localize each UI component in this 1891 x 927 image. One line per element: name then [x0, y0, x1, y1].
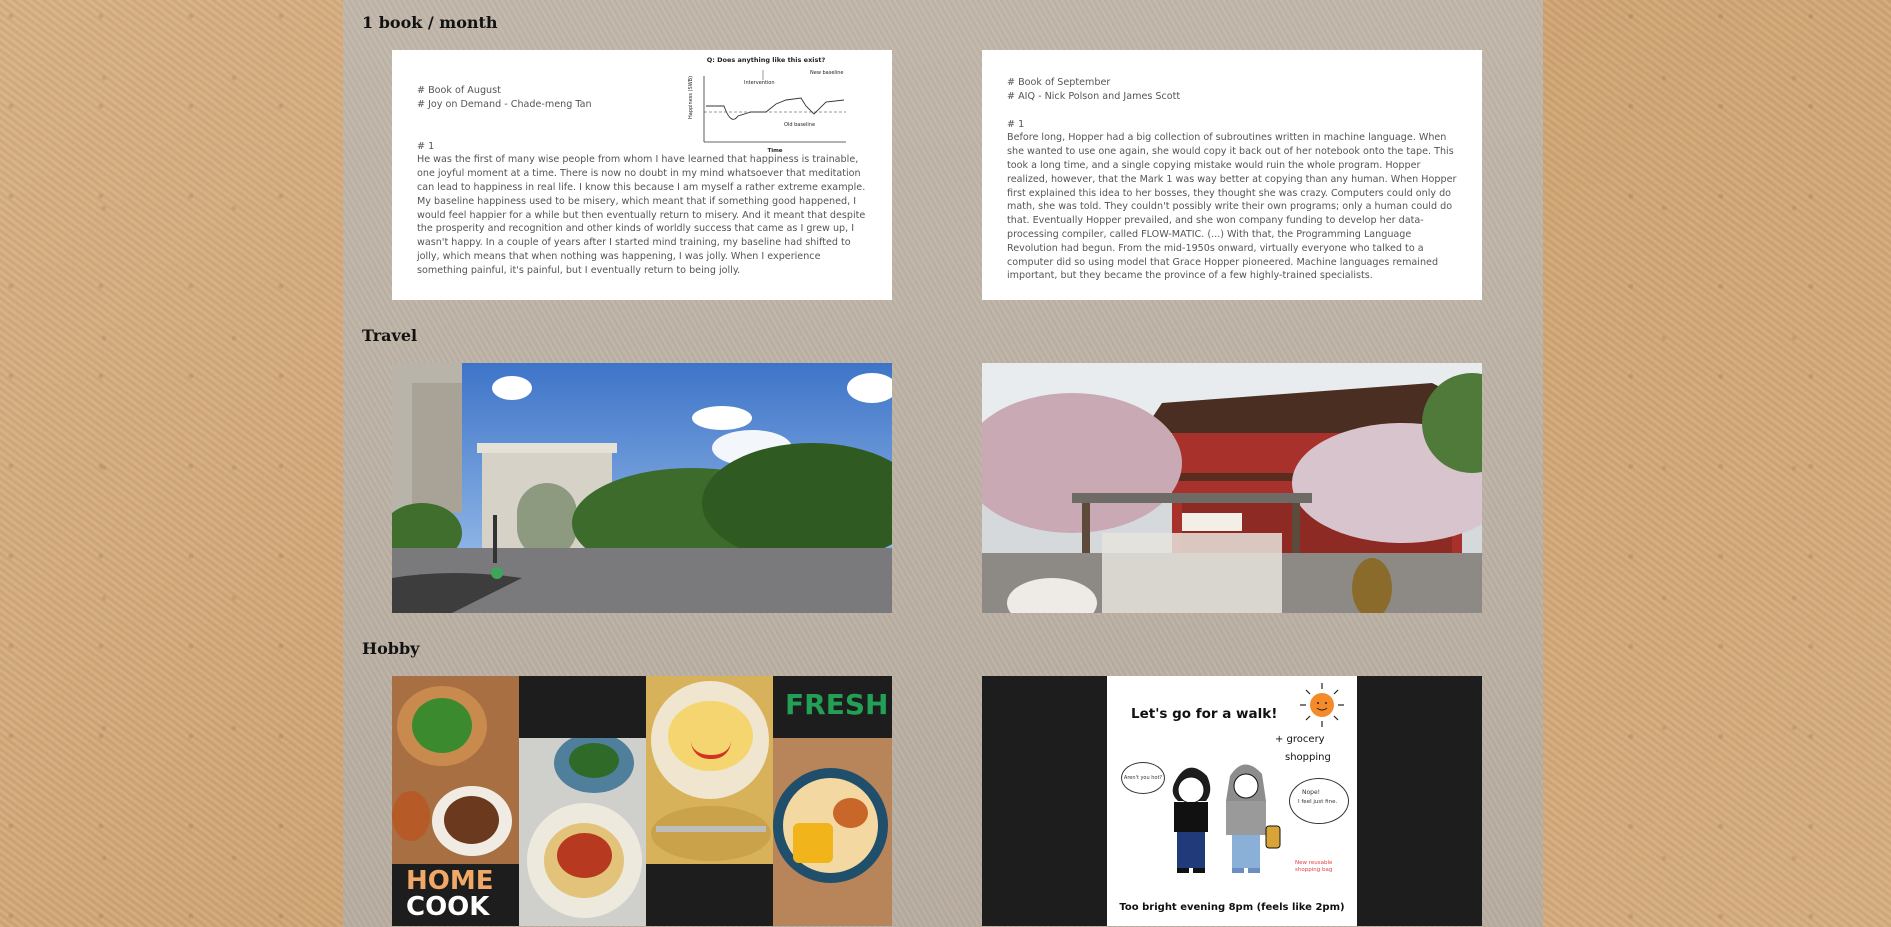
walk-title: Let's go for a walk!: [1131, 706, 1278, 722]
excerpt-text: He was the first of many wise people fro…: [417, 154, 866, 276]
home-text: HOME: [406, 866, 494, 896]
fruit-bowl-photo-tile: [773, 738, 892, 926]
travel-photo-shrine[interactable]: [982, 363, 1482, 613]
happiness-graph: Q: Does anything like this exist? Happin…: [688, 56, 846, 154]
washington-square-arch-icon: [392, 363, 892, 613]
content-column: 1 book / month # Book of August # Joy on…: [343, 0, 1543, 927]
home-cook-label-tile: HOME COOK: [392, 864, 519, 926]
salad-bowl-photo-tile: [392, 676, 519, 864]
hobby-collage-homecook[interactable]: HOME COOK FRESH: [392, 676, 892, 926]
omelette-photo-tile: [646, 676, 773, 864]
speech-bubble-left: Aren't you hot?: [1121, 762, 1165, 794]
graph-label-old-baseline: Old baseline: [784, 122, 815, 128]
book-card-september[interactable]: # Book of September # AIQ - Nick Polson …: [982, 50, 1482, 300]
japanese-shrine-icon: [982, 363, 1482, 613]
walk-illustration: Let's go for a walk! + grocery shopping …: [1107, 676, 1357, 926]
book-card-august[interactable]: # Book of August # Joy on Demand - Chade…: [392, 50, 892, 300]
graph-label-intervention: Intervention: [744, 80, 775, 86]
walk-caption: Too bright evening 8pm (feels like 2pm): [1119, 902, 1345, 913]
spaghetti-photo-tile: [519, 738, 646, 926]
bag-note-line1: New reusable: [1295, 860, 1333, 866]
travel-photo-arch[interactable]: [392, 363, 892, 613]
fresh-label-tile: FRESH: [773, 676, 892, 738]
fresh-text: FRESH: [785, 688, 889, 721]
cook-text: COOK: [406, 892, 490, 922]
walk-plus-grocery: + grocery: [1275, 734, 1325, 745]
bag-note-line2: shopping bag: [1295, 867, 1333, 873]
graph-label-new-baseline: New baseline: [810, 70, 843, 76]
graph-y-label: Happiness (SWB): [688, 76, 694, 119]
section-heading-hobby: Hobby: [362, 639, 420, 658]
graph-x-label: Time: [767, 148, 782, 154]
hobby-walk-card[interactable]: Let's go for a walk! + grocery shopping …: [982, 676, 1482, 926]
dark-tile: [646, 864, 773, 926]
dark-tile: [519, 676, 646, 738]
graph-question: Q: Does anything like this exist?: [707, 56, 826, 64]
excerpt-number: # 1: [1007, 118, 1025, 130]
bubble-fine: I feel just fine.: [1298, 799, 1338, 805]
book-meta: # Book of September # AIQ - Nick Polson …: [1007, 77, 1181, 102]
bag-note: New reusable shopping bag: [1295, 860, 1332, 874]
speech-bubble-right: Nope! I feel just fine.: [1289, 778, 1349, 824]
section-heading-travel: Travel: [362, 326, 418, 345]
sun-icon: [1300, 683, 1344, 727]
excerpt-text: Before long, Hopper had a big collection…: [1007, 132, 1457, 282]
two-characters-icon: [1172, 764, 1281, 873]
bubble-nope: Nope!: [1302, 789, 1321, 796]
section-heading-book: 1 book / month: [362, 13, 498, 32]
